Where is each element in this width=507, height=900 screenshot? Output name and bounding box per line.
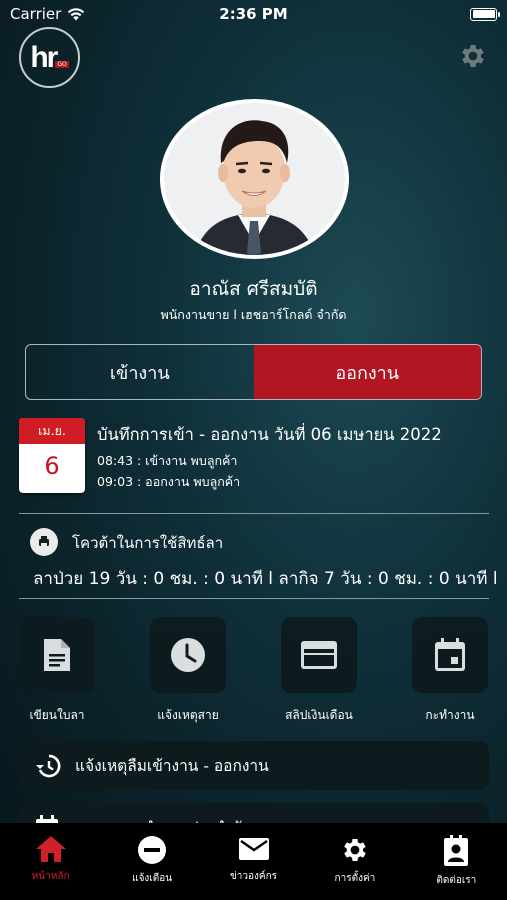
- divider: [19, 513, 489, 514]
- tab-contact[interactable]: ติดต่อเรา: [406, 823, 507, 900]
- logo-badge: GO: [55, 61, 69, 68]
- menu-label: กะทำงาน: [425, 708, 475, 722]
- gear-icon: [344, 839, 366, 861]
- work-shift-button[interactable]: กะทำงาน: [412, 617, 488, 725]
- battery-icon: [470, 7, 500, 21]
- employee-name: อาณัส ศรีสมบัติ: [189, 278, 318, 300]
- credit-card-icon: [301, 641, 337, 669]
- calendar-month: เม.ย.: [19, 418, 85, 444]
- tab-label: ติดต่อเรา: [436, 875, 477, 886]
- check-in-button[interactable]: เข้างาน: [26, 345, 254, 399]
- menu-label: เขียนใบลา: [29, 708, 85, 722]
- carrier-label: Carrier: [10, 5, 62, 23]
- document-icon: [44, 639, 70, 671]
- record-line-check-out: 09:03 : ออกงาน พบลูกค้า: [97, 474, 241, 489]
- home-icon: [35, 836, 66, 862]
- check-in-out-segment: เข้างาน ออกงาน: [25, 344, 482, 400]
- menu-label: แจ้งเหตุสาย: [157, 708, 219, 722]
- printer-icon: [30, 528, 58, 556]
- wifi-icon: [68, 7, 85, 20]
- calendar-date-icon: เม.ย. 6: [19, 418, 85, 493]
- tab-notifications[interactable]: แจ้งเตือน: [101, 823, 202, 900]
- profile-photo: [160, 99, 349, 259]
- minus-circle-icon: [138, 836, 167, 864]
- payslip-button[interactable]: สลิปเงินเดือน: [281, 617, 357, 725]
- bottom-tab-bar: หน้าหลัก แจ้งเตือน ข่าวองค์กร การตั้งค่า…: [0, 823, 507, 900]
- check-out-button[interactable]: ออกงาน: [253, 345, 481, 399]
- logo-text: hr: [30, 40, 58, 74]
- forgot-check-in-out-label: แจ้งเหตุลืมเข้างาน - ออกงาน: [75, 757, 269, 775]
- menu-label: สลิปเงินเดือน: [285, 708, 353, 722]
- settings-gear-icon[interactable]: [458, 41, 488, 71]
- record-line-check-in: 08:43 : เข้างาน พบลูกค้า: [97, 453, 238, 468]
- tab-label: หน้าหลัก: [31, 871, 70, 882]
- tab-news[interactable]: ข่าวองค์กร: [203, 823, 304, 900]
- leave-quota-title: โควต้าในการใช้สิทธ์ลา: [72, 534, 224, 552]
- divider: [19, 598, 489, 599]
- tab-label: การตั้งค่า: [334, 873, 376, 884]
- tab-home[interactable]: หน้าหลัก: [0, 823, 101, 900]
- tab-settings[interactable]: การตั้งค่า: [304, 823, 405, 900]
- app-logo: hr GO: [19, 27, 80, 88]
- calendar-icon: [435, 638, 465, 671]
- leave-quota-detail: ลาป่วย 19 วัน : 0 ชม. : 0 นาที l ลากิจ 7…: [33, 569, 498, 589]
- tab-label: แจ้งเตือน: [132, 873, 173, 884]
- employee-position: พนักงานขาย l เฮชอาร์โกลด์ จำกัด: [160, 307, 347, 322]
- history-icon: [36, 754, 61, 777]
- mail-icon: [238, 838, 269, 860]
- forgot-check-in-out-button[interactable]: แจ้งเหตุลืมเข้างาน - ออกงาน: [19, 741, 489, 790]
- record-title: บันทึกการเข้า - ออกงาน วันที่ 06 เมษายน …: [97, 425, 442, 444]
- calendar-day: 6: [44, 452, 60, 480]
- write-leave-button[interactable]: เขียนใบลา: [19, 617, 95, 725]
- clock-icon: [171, 638, 205, 672]
- report-late-button[interactable]: แจ้งเหตุสาย: [150, 617, 226, 725]
- contact-icon: [444, 835, 469, 866]
- status-bar: Carrier 2:36 PM: [0, 0, 507, 28]
- tab-label: ข่าวองค์กร: [229, 871, 278, 882]
